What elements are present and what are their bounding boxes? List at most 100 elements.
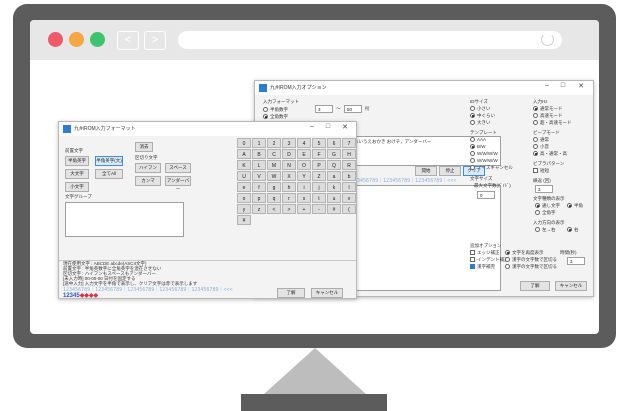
uppercase-button[interactable]: 大文字	[65, 169, 89, 179]
digit-size-spinner[interactable]: 0	[477, 191, 495, 199]
minimize-button[interactable]: –	[306, 123, 318, 130]
opt-c-checkbox[interactable]	[470, 264, 475, 269]
key-button[interactable]: b	[342, 171, 356, 181]
key-button[interactable]: G	[327, 149, 341, 159]
opt-e-radio[interactable]	[505, 257, 510, 262]
char-b-radio[interactable]	[567, 203, 572, 208]
close-button[interactable]: ✕	[575, 82, 587, 90]
mode-b-radio[interactable]	[533, 113, 538, 118]
format-ok-button[interactable]: 了解	[277, 288, 305, 298]
key-button[interactable]: y	[237, 204, 251, 214]
key-button[interactable]: v	[342, 193, 356, 203]
min-length-spinner[interactable]: 3	[315, 105, 333, 113]
key-button[interactable]: 4	[297, 138, 311, 148]
hyphen-button[interactable]: ハイフン	[135, 163, 161, 173]
comma-button[interactable]: カンマ	[135, 176, 161, 186]
key-button[interactable]: 6	[327, 138, 341, 148]
key-button[interactable]: 2	[267, 138, 281, 148]
key-button[interactable]: l	[342, 182, 356, 192]
mode-c-radio[interactable]	[533, 120, 538, 125]
opt-a-checkbox[interactable]	[470, 250, 475, 255]
font-c-radio[interactable]	[470, 151, 475, 156]
key-button[interactable]: M	[267, 160, 281, 170]
mode-a-radio[interactable]	[533, 106, 538, 111]
font-e-radio[interactable]	[470, 165, 475, 170]
close-traffic-light[interactable]	[48, 32, 63, 47]
key-button[interactable]: +	[297, 204, 311, 214]
key-button[interactable]: j	[312, 182, 326, 192]
font-a-radio[interactable]	[470, 137, 475, 142]
key-button[interactable]: ¥	[237, 215, 251, 225]
dir-b-radio[interactable]	[567, 227, 572, 232]
beep-b-radio[interactable]	[533, 144, 538, 149]
key-button[interactable]: F	[312, 149, 326, 159]
key-button[interactable]: A	[237, 149, 251, 159]
char-a-radio[interactable]	[535, 203, 540, 208]
key-button[interactable]: X	[282, 171, 296, 181]
key-button[interactable]: -	[312, 204, 326, 214]
font-d-radio[interactable]	[470, 158, 475, 163]
key-button[interactable]: t	[312, 193, 326, 203]
underbar-button[interactable]: アンダーバー	[165, 176, 191, 191]
key-button[interactable]: >	[282, 204, 296, 214]
key-button[interactable]: p	[252, 193, 266, 203]
key-button[interactable]: k	[327, 182, 341, 192]
key-button[interactable]: g	[267, 182, 281, 192]
options-cancel-button[interactable]: キャンセル	[555, 281, 587, 291]
beep-c-radio[interactable]	[533, 151, 538, 156]
key-button[interactable]: i	[297, 182, 311, 192]
key-button[interactable]: D	[282, 149, 296, 159]
font-b-radio[interactable]	[470, 144, 475, 149]
space-button[interactable]: スペース	[165, 163, 191, 173]
key-button[interactable]: V	[252, 171, 266, 181]
address-bar[interactable]	[178, 31, 562, 49]
size-small-radio[interactable]	[470, 106, 475, 111]
char-c-radio[interactable]	[535, 210, 540, 215]
key-button[interactable]: z	[252, 204, 266, 214]
key-button[interactable]: 1	[252, 138, 266, 148]
key-button[interactable]: U	[237, 171, 251, 181]
erase-button[interactable]: 消去	[135, 142, 153, 152]
group-text-area[interactable]	[65, 202, 184, 237]
all-button[interactable]: 全てAll	[95, 169, 123, 179]
stop-button[interactable]: 停止	[439, 166, 461, 176]
start-button[interactable]: 開始	[415, 166, 437, 176]
size-large-radio[interactable]	[470, 120, 475, 125]
minimize-traffic-light[interactable]	[69, 32, 84, 47]
forward-button[interactable]: >	[144, 31, 166, 50]
options-ok-button[interactable]: 了解	[520, 281, 550, 291]
radio-variable[interactable]	[263, 114, 268, 119]
key-button[interactable]: o	[237, 193, 251, 203]
maximize-button[interactable]: □	[322, 123, 334, 130]
key-button[interactable]: 5	[312, 138, 326, 148]
close-button[interactable]: ✕	[339, 123, 351, 131]
key-button[interactable]: 0	[237, 138, 251, 148]
beep-a-radio[interactable]	[533, 137, 538, 142]
key-button[interactable]: Y	[297, 171, 311, 181]
key-button[interactable]: h	[282, 182, 296, 192]
radio-fixed[interactable]	[263, 107, 268, 112]
key-button[interactable]: 7	[342, 138, 356, 148]
key-button[interactable]: f	[252, 182, 266, 192]
key-button[interactable]: L	[252, 160, 266, 170]
key-button[interactable]: #	[327, 204, 341, 214]
minimize-button[interactable]: –	[541, 82, 553, 89]
size-medium-radio[interactable]	[470, 113, 475, 118]
key-button[interactable]: P	[312, 160, 326, 170]
key-button[interactable]: a	[327, 171, 341, 181]
maximize-button[interactable]: □	[557, 82, 569, 89]
key-button[interactable]: (	[342, 204, 356, 214]
opt-f-radio[interactable]	[505, 264, 510, 269]
zoom-traffic-light[interactable]	[90, 32, 105, 47]
key-button[interactable]: E	[297, 149, 311, 159]
key-button[interactable]: 3	[282, 138, 296, 148]
key-button[interactable]: Z	[312, 171, 326, 181]
opt-d-radio[interactable]	[505, 250, 510, 255]
key-button[interactable]: <	[267, 204, 281, 214]
opt-b-checkbox[interactable]	[470, 257, 475, 262]
key-button[interactable]: R	[342, 160, 356, 170]
key-button[interactable]: u	[327, 193, 341, 203]
reload-icon[interactable]	[541, 33, 554, 46]
key-button[interactable]: H	[342, 149, 356, 159]
key-button[interactable]: N	[282, 160, 296, 170]
